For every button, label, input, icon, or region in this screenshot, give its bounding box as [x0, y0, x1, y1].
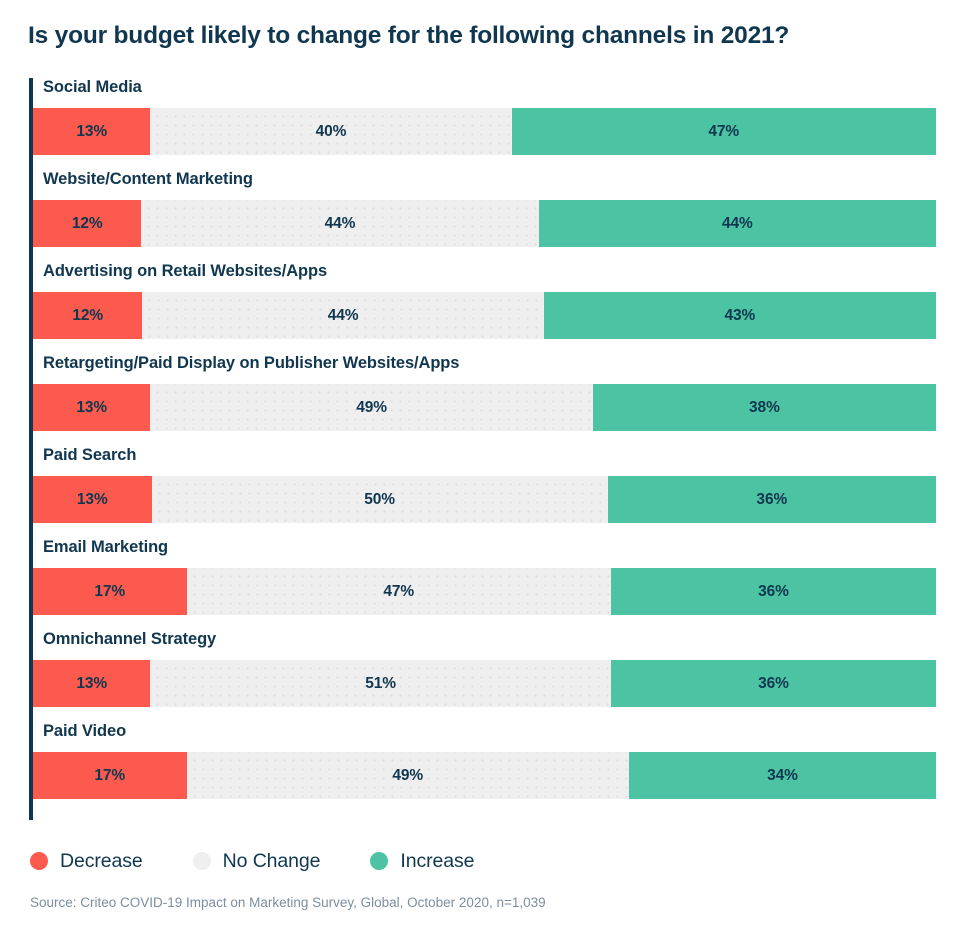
bar-track: 12% 44% 43% [33, 292, 936, 339]
bar-segment-value: 49% [356, 398, 387, 416]
bar-segment-value: 40% [315, 122, 347, 140]
bar-segment-value: 13% [76, 674, 108, 692]
bar-segment-decrease: 12% [33, 292, 143, 339]
legend-label: Decrease [60, 849, 143, 872]
bar-row: Paid Video 17% 49% 34% [29, 722, 939, 814]
bar-segment-no-change: 47% [186, 568, 611, 615]
bar-row-label: Paid Video [43, 722, 127, 740]
bar-row-label: Social Media [43, 78, 142, 96]
bar-row: Social Media 13% 40% 47% [29, 78, 939, 170]
bar-row-label: Advertising on Retail Websites/Apps [43, 262, 328, 280]
bar-segment-value: 38% [749, 398, 780, 416]
chart-container: Is your budget likely to change for the … [0, 0, 966, 936]
bar-segment-value: 34% [767, 766, 798, 784]
bar-segment-increase: 36% [610, 568, 936, 615]
bar-segment-value: 36% [758, 674, 789, 692]
bar-row-label: Omnichannel Strategy [43, 630, 217, 648]
legend-item-decrease[interactable]: Decrease [30, 850, 143, 873]
bar-segment-increase: 47% [511, 108, 936, 155]
bar-segment-no-change: 44% [141, 200, 539, 247]
bar-segment-increase: 36% [610, 660, 936, 707]
bar-track: 17% 47% 36% [33, 568, 936, 615]
bar-segment-no-change: 51% [150, 660, 611, 707]
bar-segment-increase: 43% [543, 292, 936, 339]
source-note: Source: Criteo COVID-19 Impact on Market… [30, 895, 546, 910]
legend-item-increase[interactable]: Increase [370, 849, 475, 873]
bar-segment-value: 43% [724, 306, 756, 324]
bar-segment-value: 12% [71, 214, 103, 232]
bar-row: Omnichannel Strategy 13% 51% 36% [29, 630, 939, 722]
bar-track: 13% 51% 36% [33, 660, 936, 707]
bar-track: 13% 40% 47% [33, 108, 936, 155]
bar-segment-no-change: 49% [150, 384, 593, 431]
bar-segment-increase: 38% [592, 384, 936, 431]
bar-segment-no-change: 40% [150, 108, 512, 155]
bar-segment-value: 17% [94, 582, 126, 600]
bar-segment-decrease: 13% [33, 384, 151, 431]
bar-row: Email Marketing 17% 47% 36% [29, 538, 939, 630]
bar-row-label: Retargeting/Paid Display on Publisher We… [43, 354, 460, 372]
bar-row: Website/Content Marketing 12% 44% 44% [29, 170, 939, 262]
bar-track: 13% 50% 36% [33, 476, 936, 523]
bar-segment-increase: 44% [538, 200, 936, 247]
bar-segment-value: 47% [383, 582, 415, 600]
bar-track: 13% 49% 38% [33, 384, 936, 431]
legend-swatch-icon [30, 852, 48, 870]
chart-legend: Decrease No Change Increase [30, 845, 524, 877]
bar-segment-value: 17% [94, 766, 126, 784]
bar-segment-decrease: 17% [33, 752, 187, 799]
bar-track: 12% 44% 44% [33, 200, 936, 247]
bar-segment-decrease: 12% [33, 200, 142, 247]
bar-segment-value: 47% [708, 122, 740, 140]
bar-segment-no-change: 49% [186, 752, 629, 799]
bar-segment-decrease: 13% [33, 108, 151, 155]
bar-segment-value: 50% [364, 490, 395, 508]
bar-segment-value: 36% [758, 582, 789, 600]
legend-label: Increase [400, 849, 475, 872]
bar-row: Retargeting/Paid Display on Publisher We… [29, 354, 939, 446]
bar-segment-increase: 36% [607, 476, 936, 523]
bar-segment-value: 44% [327, 306, 359, 324]
chart-title: Is your budget likely to change for the … [28, 22, 790, 49]
bar-segment-value: 13% [76, 490, 108, 508]
legend-label: No Change [222, 849, 321, 872]
bar-row-label: Email Marketing [43, 538, 169, 556]
bar-track: 17% 49% 34% [33, 752, 936, 799]
bar-row: Paid Search 13% 50% 36% [29, 446, 939, 538]
bar-segment-increase: 34% [628, 752, 936, 799]
bar-row: Advertising on Retail Websites/Apps 12% 44… [29, 262, 939, 354]
bar-row-label: Website/Content Marketing [43, 170, 253, 188]
bar-segment-value: 13% [76, 398, 108, 416]
plot-area: Social Media 13% 40% 47% Website/Content Mar… [29, 78, 939, 820]
bar-segment-value: 12% [72, 306, 104, 324]
bar-segment-decrease: 13% [33, 476, 152, 523]
bar-segment-decrease: 17% [33, 568, 187, 615]
bar-row-label: Paid Search [43, 446, 137, 464]
legend-swatch-icon [370, 852, 389, 870]
bar-segment-value: 36% [756, 490, 788, 508]
bar-segment-decrease: 13% [33, 660, 151, 707]
legend-swatch-icon [192, 852, 211, 870]
legend-item-no-change[interactable]: No Change [192, 849, 321, 873]
bar-segment-value: 49% [392, 766, 424, 784]
bar-segment-value: 51% [365, 674, 396, 692]
bar-segment-no-change: 44% [142, 292, 544, 339]
bar-segment-value: 44% [721, 214, 753, 232]
bar-segment-value: 44% [324, 214, 356, 232]
bar-segment-no-change: 50% [151, 476, 608, 523]
bar-segment-value: 13% [76, 122, 108, 140]
